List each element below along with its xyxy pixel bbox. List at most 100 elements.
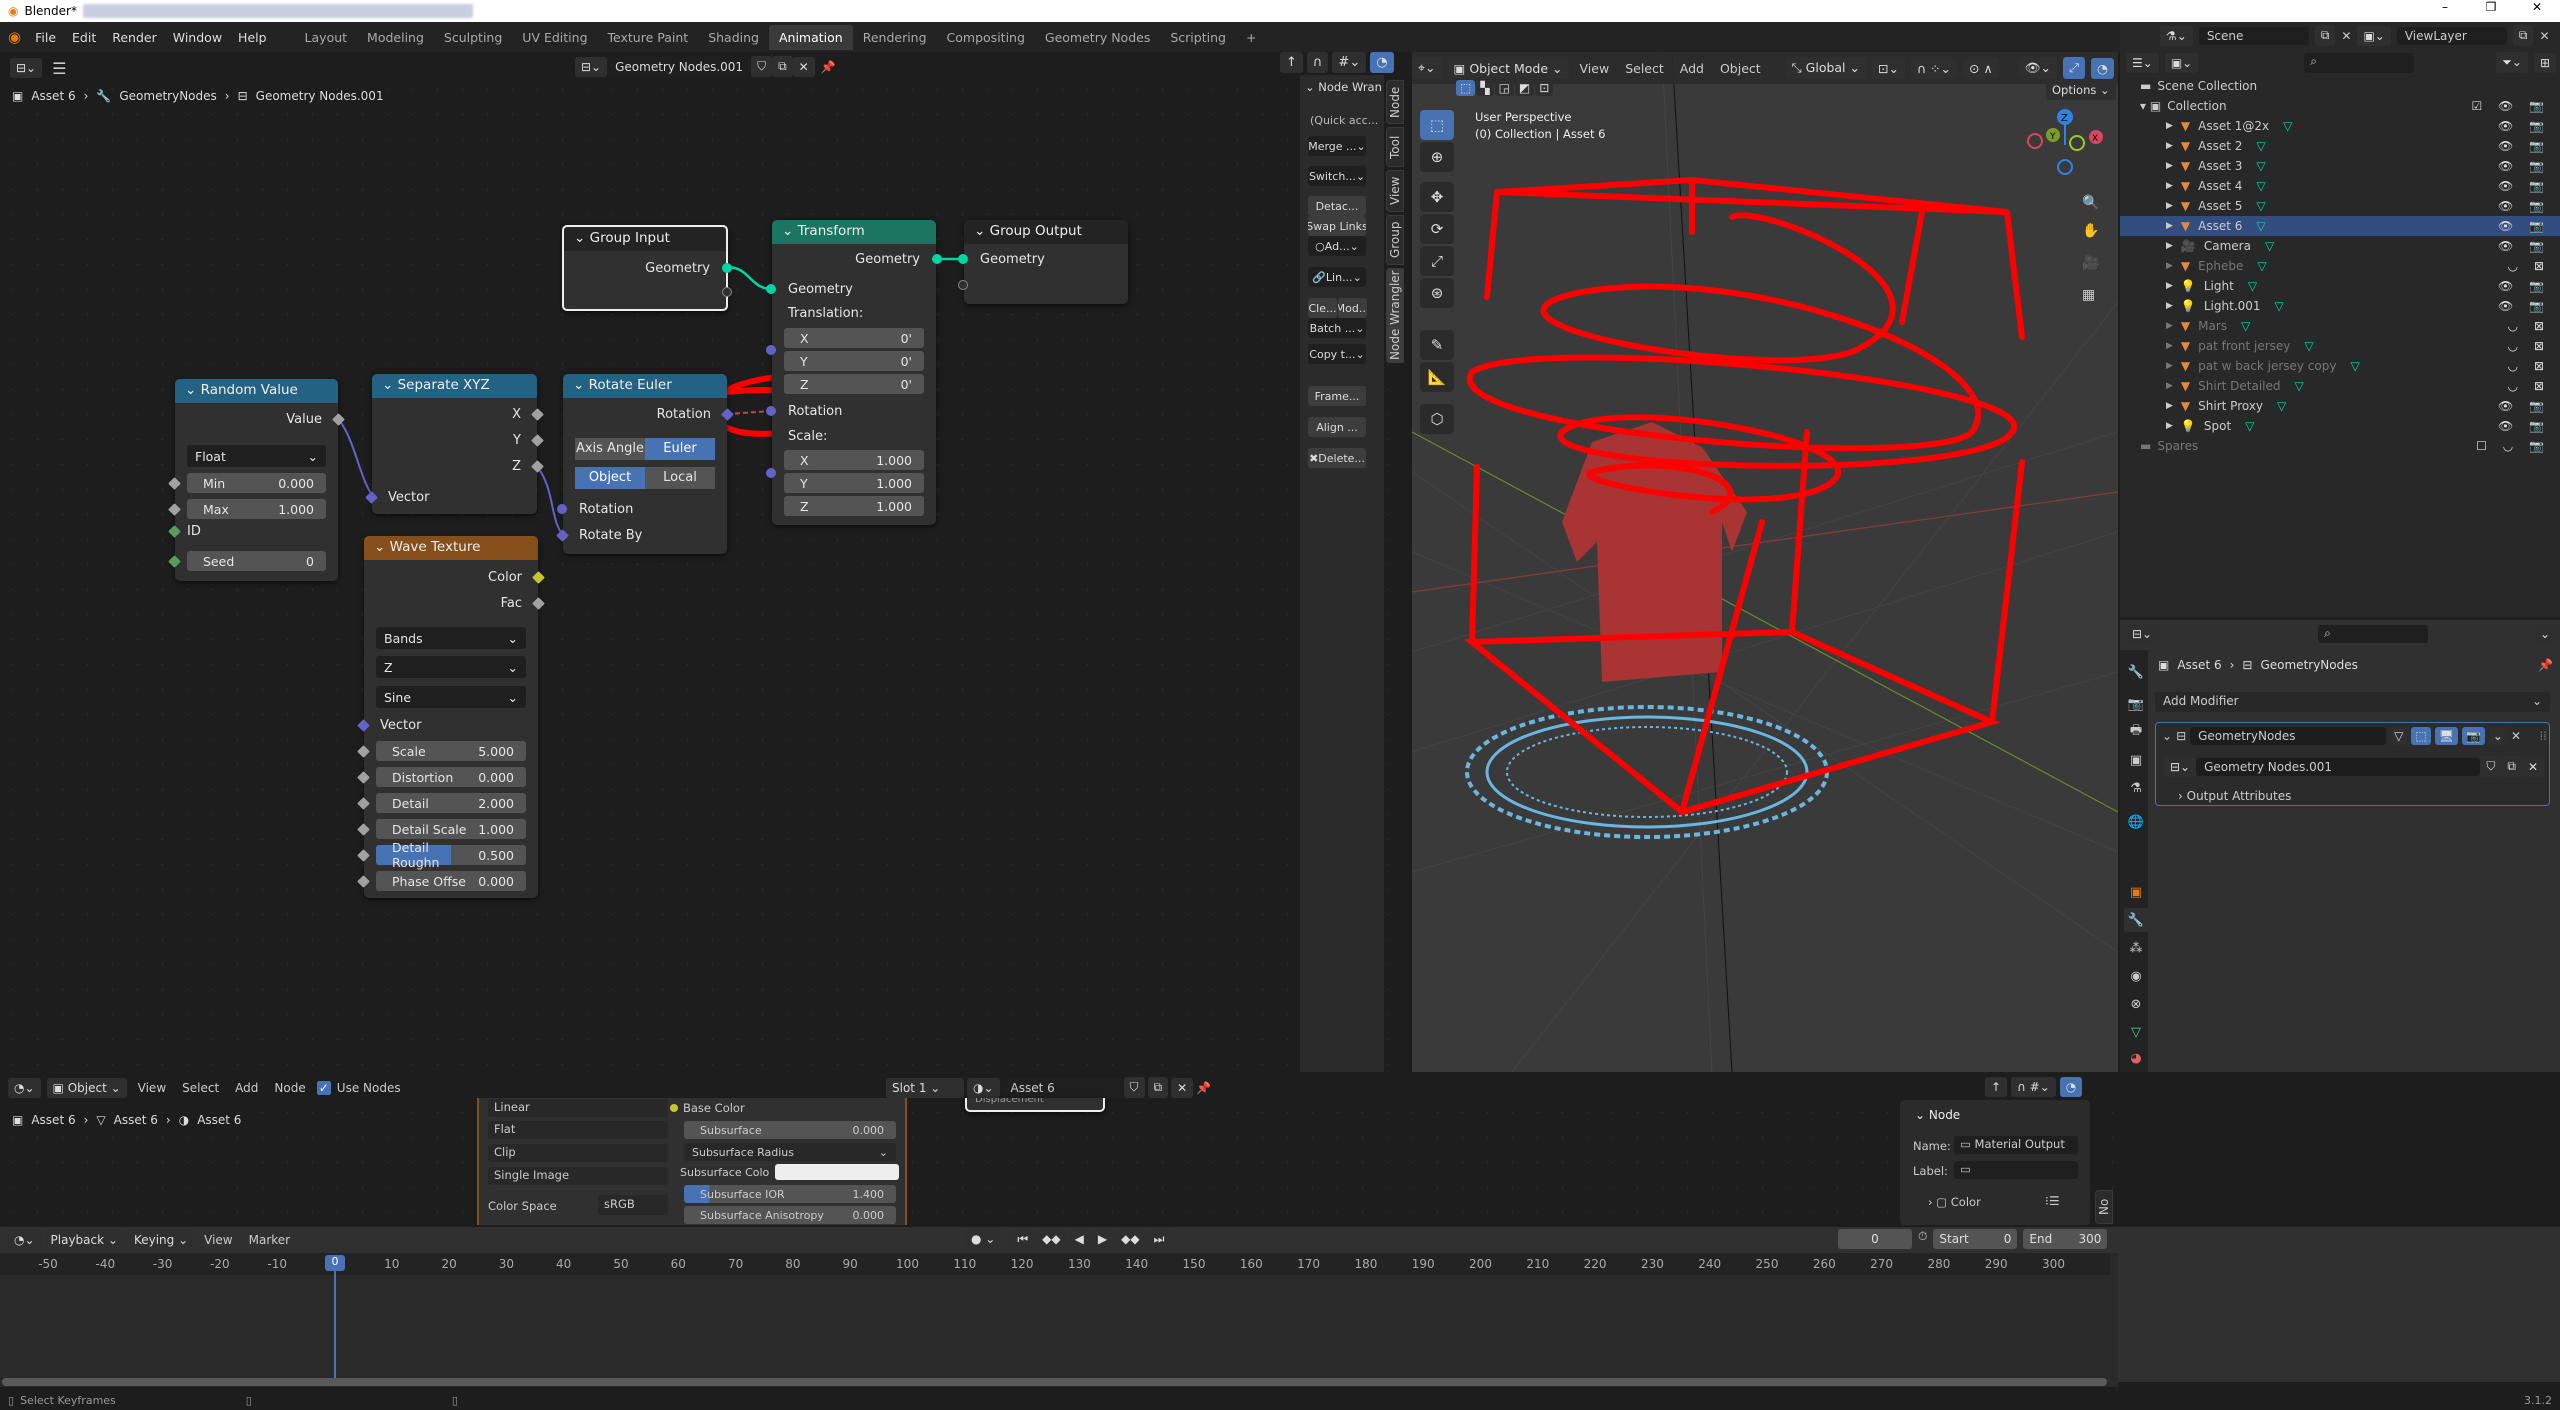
interpolation-dropdown[interactable]: Linear — [488, 1099, 668, 1117]
sidebar-tab-node-wrangler[interactable]: Node Wrangler — [1386, 268, 1404, 363]
properties-search-input[interactable]: ⌕ — [2318, 625, 2429, 643]
use-nodes-checkbox[interactable]: ✓ — [316, 1081, 331, 1095]
menu-node[interactable]: Node — [269, 1081, 310, 1095]
visibility-render-icons[interactable]: 👁 📷 — [2498, 139, 2550, 153]
navigation-gizmo[interactable]: Z Y X — [2020, 105, 2110, 185]
outliner-item-name[interactable]: pat w back jersey copy — [2198, 359, 2336, 373]
color-space-dropdown[interactable]: sRGB — [598, 1195, 668, 1215]
visibility-render-icons[interactable]: ◡ ⊠ — [2508, 319, 2550, 333]
outliner-item-name[interactable]: Asset 4 — [2198, 179, 2242, 193]
direction-dropdown[interactable]: Z ⌄ — [376, 656, 526, 678]
sidebar-tab-node[interactable]: Node — [1386, 80, 1404, 124]
outliner-item[interactable]: ▶ ▼ Mars ▽ ◡ ⊠ — [2120, 316, 2560, 336]
frame-selected-button[interactable]: Frame... — [1308, 386, 1366, 406]
expand-arrow-icon[interactable]: ▶ — [2166, 201, 2173, 211]
outliner-item-name[interactable]: Asset 3 — [2198, 159, 2242, 173]
overlay-toggle[interactable]: ◔ — [2090, 57, 2114, 79]
next-keyframe-button[interactable]: ◆◆ — [1115, 1229, 1146, 1250]
material-browse-icon[interactable]: ◑⌄ — [967, 1077, 1000, 1098]
node-transform[interactable]: ⌄ Transform Geometry Geometry Translatio… — [766, 220, 942, 525]
outliner-item-name[interactable]: Asset 1@2x — [2198, 119, 2269, 133]
collection-visibility-icons[interactable]: ☑ 👁 📷 — [2471, 99, 2550, 113]
space-toggle[interactable]: Object Local — [575, 467, 715, 489]
outliner-item-name[interactable]: Light.001 — [2204, 299, 2261, 313]
visibility-render-icons[interactable]: 👁 📷 — [2498, 199, 2550, 213]
object-data-icon[interactable]: ▽ — [2304, 339, 2313, 353]
expand-arrow-icon[interactable]: ▶ — [2166, 161, 2173, 171]
expand-arrow-icon[interactable]: ▶ — [2166, 281, 2173, 291]
node-group-input[interactable]: ⌄ Group Input Geometry — [562, 225, 732, 311]
outliner-item-name[interactable]: Ephebe — [2198, 259, 2243, 273]
cursor-tool-icon[interactable]: ⊕ — [1420, 142, 1454, 172]
visibility-render-icons[interactable]: 👁 📷 — [2498, 219, 2550, 233]
slot-dropdown[interactable]: Slot 1 ⌄ — [886, 1077, 964, 1098]
render-tab-icon[interactable]: 📷 — [2124, 692, 2148, 716]
socket-geometry-in[interactable] — [958, 254, 968, 264]
outliner-item[interactable]: ▶ ▼ Asset 6 ▽ 👁 📷 — [2120, 216, 2560, 236]
cage-toggle-icon[interactable]: ⬚ — [2411, 727, 2431, 745]
visibility-render-icons[interactable]: 👁 📷 — [2498, 239, 2550, 253]
zoom-view-icon[interactable]: 🔍 — [2082, 195, 2099, 211]
scene-icon[interactable]: ⚗⌄ — [2160, 25, 2193, 46]
parent-node-tree-icon[interactable]: ↑ — [1985, 1077, 2008, 1097]
new-collection-icon[interactable]: ⊞ — [2533, 52, 2556, 73]
outliner-item[interactable]: ▶ ▼ Shirt Proxy ▽ 👁 📷 — [2120, 396, 2560, 416]
keying-menu[interactable]: Keying ⌄ — [127, 1230, 195, 1250]
outliner-item[interactable]: ▶ 💡 Light ▽ 👁 📷 — [2120, 276, 2560, 296]
expand-arrow-icon[interactable]: ▶ — [2166, 241, 2173, 251]
euler-option[interactable]: Euler — [645, 438, 715, 460]
data-tab-icon[interactable]: ▽ — [2124, 1020, 2148, 1044]
translation-x-field[interactable]: X 0' — [784, 328, 924, 348]
select-intersect-icon[interactable]: ⊡ — [1535, 80, 1554, 96]
socket-empty-out[interactable] — [722, 287, 732, 297]
expand-arrow-icon[interactable]: ▶ — [2166, 401, 2173, 411]
visibility-render-icons[interactable]: ◡ ⊠ — [2508, 359, 2550, 373]
object-data-icon[interactable]: ▽ — [2265, 239, 2274, 253]
visibility-render-icons[interactable]: 👁 📷 — [2498, 279, 2550, 293]
particles-tab-icon[interactable]: ⁂ — [2124, 936, 2148, 960]
display-mode-icon[interactable]: ☰⌄ — [2126, 52, 2159, 73]
pivot-dropdown[interactable]: ⊡⌄ — [1871, 57, 1905, 79]
orientation-dropdown[interactable]: ⤡ Global ⌄ — [1785, 57, 1866, 79]
bsdf-subsurface-ior-field[interactable]: Subsurface IOR 1.400 — [684, 1185, 896, 1203]
transform-tool-icon[interactable]: ⊛ — [1420, 278, 1454, 308]
data-type-dropdown[interactable]: Float ⌄ — [187, 445, 326, 467]
outliner-item-name[interactable]: Asset 6 — [2198, 219, 2242, 233]
options-dropdown[interactable]: Options ⌄ — [2046, 80, 2116, 100]
socket-rotation-in[interactable] — [766, 406, 776, 416]
snap-icon[interactable]: ∩ #⌄ — [2011, 1077, 2056, 1097]
swap-links-button[interactable]: Swap Links — [1308, 216, 1366, 236]
material-tab-icon[interactable]: ◕ — [2124, 1046, 2148, 1070]
mode-dropdown[interactable]: ▣ Object Mode ⌄ — [1447, 57, 1569, 79]
pin-icon[interactable]: 📌 — [2538, 658, 2553, 672]
menu-marker[interactable]: Marker — [243, 1233, 296, 1247]
scale-tool-icon[interactable]: ⤢ — [1420, 246, 1454, 276]
gizmo-toggle[interactable]: ⤢ — [2062, 57, 2085, 79]
object-data-icon[interactable]: ▽ — [2245, 419, 2254, 433]
expand-arrow-icon[interactable]: ▶ — [2166, 141, 2173, 151]
profile-dropdown[interactable]: Sine ⌄ — [376, 686, 526, 708]
3d-viewport[interactable] — [1412, 52, 2118, 1072]
socket-base-color[interactable] — [670, 1104, 678, 1112]
node-material-output-partial[interactable]: Displacement — [965, 1098, 1105, 1112]
outliner-item-name[interactable]: Shirt Detailed — [2198, 379, 2280, 393]
select-mode-buttons[interactable]: ⬚ ▚ ◲ ◩ ⊡ — [1456, 80, 1554, 96]
select-new-icon[interactable]: ⬚ — [1456, 80, 1476, 96]
scale-y-field[interactable]: Y 1.000 — [784, 473, 924, 493]
editor-type-icon[interactable]: ⊟⌄ — [2126, 624, 2159, 644]
minimize-button[interactable]: – — [2422, 0, 2468, 14]
outliner-item-name[interactable]: Camera — [2204, 239, 2251, 253]
node-wrangler-panel-header[interactable]: ⌄ Node Wran — [1305, 80, 1382, 94]
visibility-render-icons[interactable]: 👁 📷 — [2498, 119, 2550, 133]
node-group-browse-icon[interactable]: ⊟⌄ — [2164, 756, 2197, 777]
node-rotate-euler[interactable]: ⌄ Rotate Euler Rotation Axis Angle Euler… — [556, 374, 734, 554]
max-field[interactable]: Max 1.000 — [187, 499, 326, 519]
menu-object[interactable]: Object — [1715, 61, 1766, 76]
expand-arrow-icon[interactable]: ▶ — [2166, 381, 2173, 391]
add-modifier-dropdown[interactable]: Add Modifier ⌄ — [2155, 692, 2550, 712]
node-group-field[interactable]: Geometry Nodes.001 — [2196, 757, 2481, 776]
expand-arrow-icon[interactable]: ▶ — [2166, 301, 2173, 311]
duplicate-node-group-icon[interactable]: ⧉ — [2501, 756, 2522, 777]
menu-select[interactable]: Select — [1620, 61, 1669, 76]
auto-keying-toggle[interactable]: ● ⌄ — [965, 1229, 1002, 1250]
